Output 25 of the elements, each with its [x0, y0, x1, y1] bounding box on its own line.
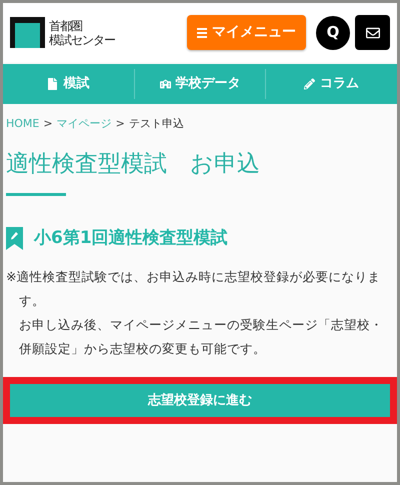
- breadcrumb-link[interactable]: マイページ: [56, 116, 112, 132]
- building-icon: [160, 78, 170, 90]
- breadcrumb-separator: >: [116, 116, 125, 132]
- logo-icon: [10, 17, 45, 48]
- my-menu-button[interactable]: マイメニュー: [187, 15, 306, 50]
- mail-button[interactable]: [355, 15, 390, 50]
- school-registration-button[interactable]: 志望校登録に進む: [10, 384, 390, 417]
- nav-tab[interactable]: 学校データ: [134, 64, 266, 104]
- logo-text: 模試センター: [49, 32, 115, 46]
- nav-tab[interactable]: 模試: [3, 64, 134, 104]
- breadcrumb-separator: >: [43, 116, 53, 132]
- note-text: ※適性検査型試験では、お申込み時に志望校登録が必要になります。: [6, 268, 382, 310]
- faq-button[interactable]: Q: [316, 16, 350, 50]
- breadcrumb-link[interactable]: HOME: [6, 116, 40, 132]
- current-page-label: テスト申込: [128, 116, 184, 132]
- exam-heading: 小6第1回適性検査型模試: [34, 226, 228, 250]
- document-icon: [47, 78, 58, 90]
- logo-text: 首都圏: [49, 18, 83, 32]
- menu-icon: [197, 28, 207, 38]
- note-text: お申し込み後、マイページメニューの受験生ページ「志望校・併願設定」から志望校の変更も可能です。: [18, 316, 384, 358]
- mail-icon: [366, 26, 380, 40]
- pencil-icon: [304, 78, 316, 90]
- nav-tab[interactable]: コラム: [266, 64, 398, 104]
- bookmark-icon: [6, 226, 23, 250]
- page-title: 適性検査型模試 お申込: [5, 150, 261, 178]
